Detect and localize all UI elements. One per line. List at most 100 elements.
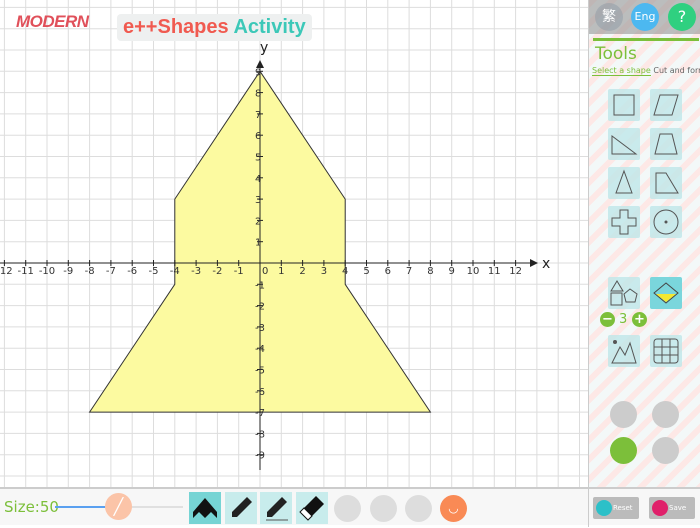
y-tick-label: 7 <box>255 110 261 121</box>
x-tick-label: 1 <box>278 266 284 277</box>
help-button[interactable]: ? <box>668 3 696 31</box>
x-tick-label: -3 <box>191 266 201 277</box>
y-tick-label: 2 <box>255 216 261 227</box>
clear-button[interactable] <box>405 495 432 522</box>
x-tick-label: 3 <box>321 266 327 277</box>
y-tick-label: -2 <box>255 302 265 313</box>
traditional-chinese-button[interactable]: 繁 <box>595 3 623 31</box>
save-button[interactable]: Save <box>649 497 695 519</box>
square-tool[interactable] <box>608 89 640 121</box>
x-tick-label: 5 <box>363 266 369 277</box>
tab-select-shape[interactable]: Select a shape <box>592 66 651 76</box>
trapezoid-tool[interactable] <box>650 128 682 160</box>
count-value: 3 <box>619 312 628 327</box>
grid-tool[interactable] <box>650 335 682 367</box>
x-tick-label: -6 <box>127 266 137 277</box>
delete-shape-button[interactable] <box>652 401 679 428</box>
size-slider-handle[interactable]: ╱ <box>105 493 132 520</box>
graph-canvas[interactable]: xy-12-11-10-9-8-7-6-5-4-3-2-101234567891… <box>0 0 588 487</box>
y-tick-label: -9 <box>255 451 265 462</box>
grid-icon <box>653 338 679 364</box>
y-tick-label: -6 <box>255 387 265 398</box>
cross-tool[interactable] <box>608 206 640 238</box>
right-trapezoid-icon <box>655 172 679 194</box>
x-tick-label: 11 <box>488 266 501 277</box>
paint-bucket-icon <box>653 282 679 304</box>
y-tick-label: 8 <box>255 89 261 100</box>
y-tick-label: 4 <box>255 174 261 185</box>
x-tick-label: 6 <box>385 266 391 277</box>
english-button[interactable]: Eng <box>631 3 659 31</box>
pencil-icon <box>266 497 288 521</box>
x-tick-label: -12 <box>0 266 13 277</box>
hide-drawing-button[interactable]: ◡ <box>440 495 467 522</box>
eraser-button[interactable] <box>296 492 328 524</box>
decrease-button[interactable]: − <box>600 312 615 327</box>
eraser-icon <box>299 496 324 521</box>
y-tick-label: -8 <box>255 429 265 440</box>
polygons-tool[interactable] <box>608 277 640 309</box>
x-tick-label: -2 <box>212 266 222 277</box>
reset-button[interactable]: Reset <box>593 497 639 519</box>
pencil-line-button[interactable] <box>260 492 292 524</box>
x-tick-label: -4 <box>170 266 180 277</box>
x-tick-label: 9 <box>449 266 455 277</box>
fill-tool[interactable] <box>650 277 682 309</box>
x-tick-label: 7 <box>406 266 412 277</box>
undo-button[interactable] <box>334 495 361 522</box>
parallelogram-icon <box>653 94 679 116</box>
x-tick-label: 12 <box>509 266 522 277</box>
y-tick-label: -7 <box>255 408 265 419</box>
fill-shape-icon <box>193 498 217 518</box>
y-tick-label: 1 <box>255 238 261 249</box>
right-triangle-tool[interactable] <box>608 128 640 160</box>
tools-title: Tools <box>593 38 699 67</box>
x-tick-label: -11 <box>18 266 34 277</box>
y-tick-label: -4 <box>255 344 265 355</box>
x-tick-label: -5 <box>149 266 159 277</box>
rotate-left-button[interactable] <box>610 437 637 464</box>
y-tick-label: -1 <box>255 280 265 291</box>
fill-draw-button[interactable] <box>189 492 221 524</box>
isosceles-triangle-tool[interactable] <box>608 167 640 199</box>
size-label: Size:50 <box>4 498 59 516</box>
y-tick-label: 3 <box>255 195 261 206</box>
x-tick-label: 4 <box>342 266 348 277</box>
x-tick-label: 8 <box>427 266 433 277</box>
redo-button[interactable] <box>370 495 397 522</box>
pencil-curve-button[interactable] <box>225 492 257 524</box>
y-axis-label: y <box>260 40 268 56</box>
right-trapezoid-tool[interactable] <box>650 167 682 199</box>
pencil-icon <box>232 497 252 517</box>
y-tick-label: -3 <box>255 323 265 334</box>
trapezoid-icon <box>654 133 678 155</box>
tab-cut-and-form[interactable]: Cut and form <box>653 66 700 75</box>
isosceles-triangle-icon <box>615 169 633 194</box>
tools-panel: 繁 Eng ? Tools Select a shape Cut and for… <box>588 0 700 487</box>
rotate-right-button[interactable] <box>652 437 679 464</box>
cross-icon <box>611 209 637 235</box>
square-icon <box>613 94 635 116</box>
x-tick-label: 10 <box>467 266 480 277</box>
circle-tool[interactable] <box>650 206 682 238</box>
y-tick-label: 9 <box>255 67 261 78</box>
mountain-tool[interactable] <box>608 335 640 367</box>
duplicate-button[interactable] <box>610 401 637 428</box>
increase-button[interactable]: + <box>632 312 647 327</box>
x-tick-label: 2 <box>299 266 305 277</box>
trash-icon <box>596 500 612 516</box>
shapes-icon <box>610 280 638 306</box>
x-tick-label: -9 <box>63 266 73 277</box>
parallelogram-tool[interactable] <box>650 89 682 121</box>
y-tick-label: 6 <box>255 131 261 142</box>
mountain-icon <box>611 340 637 364</box>
x-tick-label: -10 <box>39 266 55 277</box>
right-triangle-icon <box>611 135 638 155</box>
x-tick-label: -8 <box>85 266 95 277</box>
x-tick-label: -1 <box>234 266 244 277</box>
x-axis-label: x <box>542 256 550 272</box>
y-tick-label: -5 <box>255 366 265 377</box>
app-title: e++Shapes Activity <box>117 14 312 41</box>
x-tick-label: -7 <box>106 266 116 277</box>
x-tick-label: 0 <box>262 266 268 277</box>
